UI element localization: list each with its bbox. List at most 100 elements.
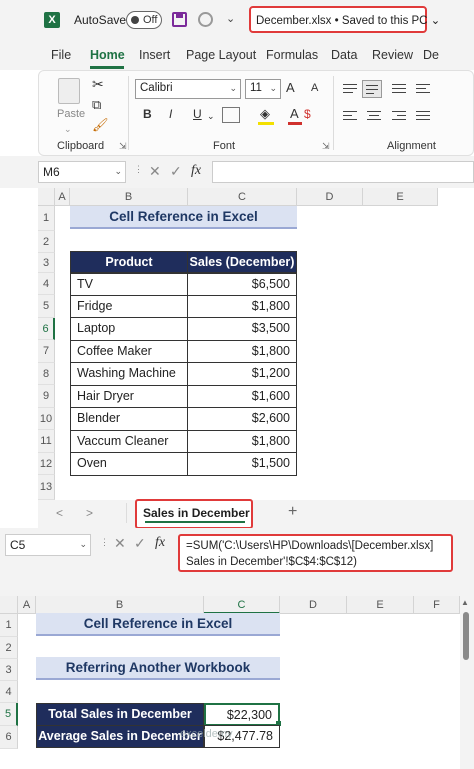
- row-header[interactable]: 13: [38, 475, 55, 500]
- tab-data[interactable]: Data: [331, 48, 357, 62]
- vertical-scrollbar-thumb[interactable]: [463, 612, 469, 660]
- name-box[interactable]: M6 ⌄: [38, 161, 126, 183]
- copy-icon[interactable]: ⧉: [92, 97, 101, 113]
- align-right-icon[interactable]: [392, 111, 406, 120]
- underline-chevron-icon[interactable]: ⌄: [207, 111, 215, 122]
- align-left-icon[interactable]: [343, 111, 357, 120]
- tab-file[interactable]: File: [51, 48, 71, 62]
- autosave-status-icon[interactable]: [198, 12, 213, 27]
- header-product[interactable]: Product: [70, 251, 188, 273]
- row-header[interactable]: 3: [0, 659, 18, 681]
- row-header[interactable]: 7: [38, 340, 55, 363]
- row-header[interactable]: 3: [38, 253, 55, 273]
- insert-function-button-2[interactable]: fx: [155, 535, 165, 551]
- cancel-entry-icon[interactable]: ✕: [149, 163, 161, 180]
- tab-insert[interactable]: Insert: [139, 48, 170, 62]
- italic-button[interactable]: I: [169, 107, 172, 121]
- row-header[interactable]: 8: [38, 363, 55, 385]
- cell-sales[interactable]: $2,600: [187, 407, 297, 431]
- confirm-entry-icon[interactable]: ✓: [134, 535, 146, 552]
- cell-sales[interactable]: $1,800: [187, 295, 297, 318]
- column-header-a[interactable]: A: [55, 188, 70, 206]
- cut-icon[interactable]: ✂: [92, 76, 104, 93]
- align-top-icon[interactable]: [343, 84, 357, 93]
- column-header-c[interactable]: C: [188, 188, 297, 206]
- scroll-up-icon[interactable]: ▲: [461, 598, 469, 607]
- cell-sales[interactable]: $1,200: [187, 362, 297, 386]
- fill-color-icon[interactable]: ◈: [260, 106, 270, 122]
- row-header[interactable]: 12: [38, 453, 55, 475]
- cell-product[interactable]: Coffee Maker: [70, 340, 188, 363]
- next-sheet-icon[interactable]: >: [86, 506, 93, 520]
- column-header-b[interactable]: B: [70, 188, 188, 206]
- currency-format-button[interactable]: $: [304, 107, 311, 121]
- qat-customize-chevron-icon[interactable]: ⌄: [226, 12, 235, 25]
- column-header-f[interactable]: F: [414, 596, 460, 614]
- cell-product[interactable]: Washing Machine: [70, 362, 188, 386]
- row-header[interactable]: 5: [38, 295, 55, 318]
- cancel-entry-icon[interactable]: ✕: [114, 535, 126, 552]
- font-color-button[interactable]: A: [290, 106, 299, 121]
- column-header-d[interactable]: D: [280, 596, 347, 614]
- cell-product[interactable]: Blender: [70, 407, 188, 431]
- cell-product[interactable]: Vaccum Cleaner: [70, 430, 188, 453]
- indent-icon[interactable]: [416, 111, 430, 120]
- cell-sales[interactable]: $1,500: [187, 452, 297, 476]
- average-sales-label[interactable]: Average Sales in December: [36, 725, 204, 748]
- sheet-title-cell[interactable]: Cell Reference in Excel: [70, 206, 297, 229]
- cell-sales[interactable]: $1,600: [187, 385, 297, 408]
- autosave-toggle[interactable]: Off: [126, 11, 162, 29]
- sheet-title-cell[interactable]: Cell Reference in Excel: [36, 613, 280, 636]
- formula-input-2[interactable]: =SUM('C:\Users\HP\Downloads\[December.xl…: [178, 534, 453, 572]
- column-header-d[interactable]: D: [297, 188, 363, 206]
- tab-review[interactable]: Review: [372, 48, 413, 62]
- row-header[interactable]: 10: [38, 408, 55, 430]
- font-name-select[interactable]: Calibri ⌄: [135, 79, 241, 99]
- align-bottom-icon[interactable]: [392, 84, 406, 93]
- column-header-e[interactable]: E: [347, 596, 414, 614]
- format-painter-icon[interactable]: 🖌: [92, 117, 109, 133]
- wrap-text-icon[interactable]: [416, 84, 430, 93]
- total-sales-label[interactable]: Total Sales in December: [36, 703, 204, 726]
- cell-product[interactable]: Oven: [70, 452, 188, 476]
- column-header-b[interactable]: B: [36, 596, 204, 614]
- sheet-tab-sales-in-december[interactable]: Sales in December: [135, 499, 253, 529]
- header-sales[interactable]: Sales (December): [187, 251, 297, 273]
- paste-label[interactable]: Paste: [57, 108, 85, 120]
- grow-font-button[interactable]: A: [286, 80, 295, 95]
- cell-sales[interactable]: $1,800: [187, 340, 297, 363]
- column-header-c-selected[interactable]: C: [204, 596, 280, 614]
- prev-sheet-icon[interactable]: <: [56, 506, 63, 520]
- confirm-entry-icon[interactable]: ✓: [170, 163, 182, 180]
- row-header[interactable]: 11: [38, 430, 55, 453]
- select-all-corner-2[interactable]: [0, 596, 18, 614]
- column-header-a[interactable]: A: [18, 596, 36, 614]
- save-icon[interactable]: [172, 12, 187, 27]
- filename-dropdown[interactable]: December.xlsx • Saved to this PC ⌄: [249, 6, 440, 33]
- subtitle-cell[interactable]: Referring Another Workbook: [36, 657, 280, 680]
- underline-button[interactable]: U: [193, 107, 202, 121]
- row-header[interactable]: 4: [0, 681, 18, 703]
- row-header[interactable]: 1: [0, 614, 18, 637]
- tab-home[interactable]: Home: [90, 48, 125, 62]
- clipboard-launcher-icon[interactable]: ⇲: [119, 141, 127, 152]
- cell-sales[interactable]: $1,800: [187, 430, 297, 453]
- row-header-selected[interactable]: 5: [0, 703, 18, 726]
- select-all-corner[interactable]: [38, 188, 55, 206]
- font-launcher-icon[interactable]: ⇲: [322, 141, 330, 152]
- row-header[interactable]: 1: [38, 206, 55, 231]
- cell-sales[interactable]: $6,500: [187, 273, 297, 296]
- font-size-select[interactable]: 11 ⌄: [245, 79, 281, 99]
- cell-product[interactable]: TV: [70, 273, 188, 296]
- cell-sales[interactable]: $3,500: [187, 317, 297, 341]
- total-sales-value[interactable]: $22,300: [204, 703, 280, 726]
- align-center-icon[interactable]: [367, 111, 381, 120]
- formula-input[interactable]: [212, 161, 474, 183]
- shrink-font-button[interactable]: A: [311, 82, 318, 94]
- row-header-selected[interactable]: 6: [38, 318, 55, 340]
- paste-icon[interactable]: [58, 78, 80, 104]
- row-header[interactable]: 2: [0, 637, 18, 659]
- insert-function-button[interactable]: fx: [191, 163, 201, 179]
- row-header[interactable]: 9: [38, 385, 55, 408]
- bold-button[interactable]: B: [143, 107, 152, 121]
